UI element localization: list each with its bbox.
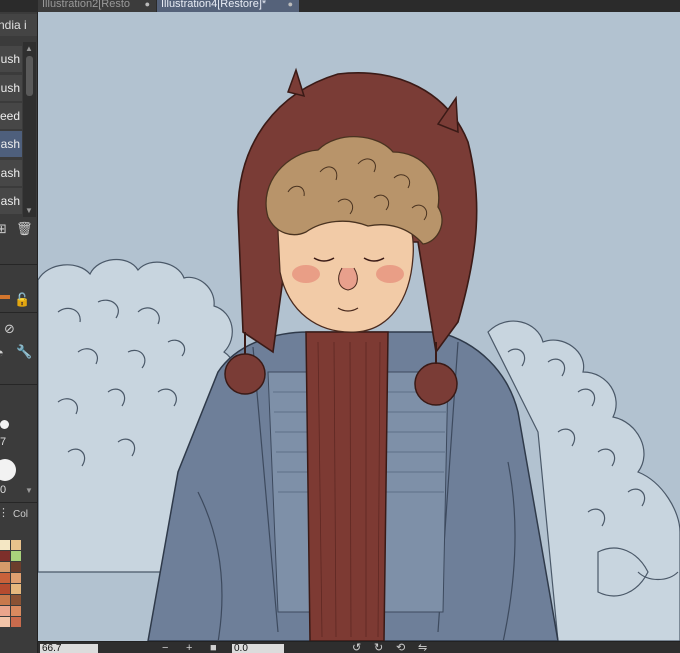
trash-icon[interactable]: 🗑 [16,221,33,237]
active-layer-marker [0,295,10,299]
history-icon[interactable]: ◔ [0,345,4,360]
wrench-icon[interactable]: 🔧 [16,344,32,360]
canvas-status-bar: 66.7 − + ■ 0.0 ↺ ↻ ⟲ ⇋ [38,641,680,653]
zoom-out-button[interactable]: − [162,642,168,653]
color-swatch[interactable] [0,606,10,616]
color-swatch[interactable] [0,595,10,605]
color-swatch[interactable] [0,551,10,561]
brush-item[interactable]: ash [0,188,22,214]
panel-menu-icon[interactable]: ⋮ [0,506,9,519]
tab-label: Illustration2[Resto [42,0,131,10]
tab-close-icon[interactable]: ● [288,0,293,9]
lock-icon[interactable]: 🔓 [14,292,30,308]
color-swatch[interactable] [0,573,10,583]
opacity-value: 0 [0,484,7,496]
brush-item-selected[interactable]: ash [0,131,22,157]
brush-item[interactable]: ush [0,46,22,72]
scroll-up-icon[interactable]: ▲ [25,44,33,53]
left-tool-panel: ndia i ush ush eed ash ash ash ▲ ▼ ⊞ 🗑 🔓… [0,12,38,653]
brush-item-label: ash [0,137,20,151]
document-tab-bar: Illustration2[Resto ● Illustration4[Rest… [0,0,680,12]
brush-item[interactable]: ash [0,160,22,186]
tab-close-icon[interactable]: ● [145,0,150,9]
color-swatch[interactable] [11,573,21,583]
panel-divider [0,384,37,385]
reset-rotation-button[interactable]: ⟲ [396,642,405,653]
color-swatch[interactable] [11,584,21,594]
flip-horizontal-button[interactable]: ⇋ [418,642,427,653]
sub-tool-group-label: ndia i [0,18,27,32]
zoom-slider-handle-icon[interactable]: ■ [210,642,217,653]
rotation-angle-field[interactable]: 0.0 [232,644,284,653]
color-palette [0,540,23,653]
brush-item[interactable]: ush [0,75,22,101]
brush-size-preview-small[interactable] [0,420,9,429]
color-swatch[interactable] [0,540,10,550]
panel-divider [0,264,37,265]
brush-size-value: 7 [0,436,7,448]
tab-illustration4[interactable]: Illustration4[Restore]* ● [157,0,299,12]
brush-size-preview-large[interactable] [0,459,16,481]
artwork [38,67,680,641]
color-swatch[interactable] [0,584,10,594]
scarf [305,331,389,641]
scroll-down-icon[interactable]: ▼ [25,206,33,215]
color-swatch[interactable] [11,562,21,572]
panel-divider [0,502,37,503]
brush-list-scrollbar[interactable] [23,42,36,217]
color-swatch[interactable] [11,540,21,550]
color-swatch[interactable] [11,595,21,605]
color-swatch[interactable] [0,562,10,572]
rotate-left-button[interactable]: ↺ [352,642,361,653]
drawing-canvas[interactable] [38,12,680,641]
eraser-icon[interactable]: ⊘ [4,321,15,337]
color-swatch[interactable] [11,551,21,561]
color-set-tab-label[interactable]: Col [13,509,28,520]
chevron-down-icon[interactable]: ▼ [25,486,33,495]
zoom-level-field[interactable]: 66.7 [40,644,98,653]
brush-item-label: eed [0,109,20,123]
brush-item-label: ash [0,194,20,208]
brush-item-label: ush [0,52,20,66]
tab-illustration2[interactable]: Illustration2[Resto ● [38,0,156,12]
brush-item[interactable]: eed [0,103,22,129]
tab-label: Illustration4[Restore]* [161,0,267,10]
scrollbar-thumb[interactable] [26,56,33,96]
rotate-right-button[interactable]: ↻ [374,642,383,653]
brush-item-label: ash [0,166,20,180]
brush-item-label: ush [0,81,20,95]
color-swatch[interactable] [11,617,21,627]
color-swatch[interactable] [11,606,21,616]
zoom-in-button[interactable]: + [186,642,192,653]
sub-tool-group-header[interactable]: ndia i [0,14,37,36]
add-icon[interactable]: ⊞ [0,221,7,237]
color-swatch[interactable] [0,617,10,627]
panel-divider [0,312,37,313]
